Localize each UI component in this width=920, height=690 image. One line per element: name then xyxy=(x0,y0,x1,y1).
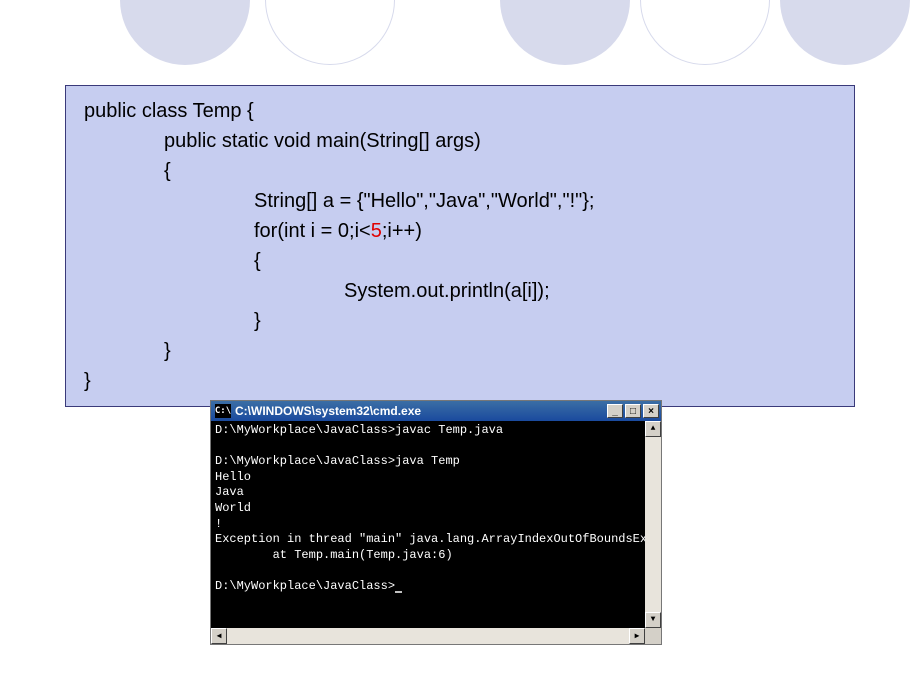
minimize-button[interactable]: _ xyxy=(607,404,623,418)
circle-decoration xyxy=(640,0,770,65)
vertical-scrollbar[interactable]: ▲ ▼ xyxy=(645,421,661,628)
console-line: ! xyxy=(215,517,222,531)
window-title: C:\WINDOWS\system32\cmd.exe xyxy=(235,404,607,418)
console-output[interactable]: D:\MyWorkplace\JavaClass>javac Temp.java… xyxy=(211,421,661,628)
circle-decoration xyxy=(500,0,630,65)
close-button[interactable]: × xyxy=(643,404,659,418)
scroll-corner xyxy=(645,628,661,644)
code-line: } xyxy=(84,306,836,336)
console-line: D:\MyWorkplace\JavaClass> xyxy=(215,579,395,593)
scroll-track[interactable] xyxy=(227,628,629,644)
code-line: public class Temp { xyxy=(84,100,254,122)
code-line: } xyxy=(84,336,836,366)
code-line: System.out.println(a[i]); xyxy=(84,276,836,306)
code-line: { xyxy=(84,246,836,276)
scroll-track[interactable] xyxy=(645,437,661,612)
console-line: Hello xyxy=(215,470,251,484)
console-line: World xyxy=(215,501,251,515)
code-line: { xyxy=(84,156,836,186)
cursor xyxy=(395,591,402,593)
maximize-button[interactable]: □ xyxy=(625,404,641,418)
console-line: D:\MyWorkplace\JavaClass>java Temp xyxy=(215,454,460,468)
circle-decoration xyxy=(265,0,395,65)
code-line: public static void main(String[] args) xyxy=(84,126,836,156)
cmd-icon: C:\ xyxy=(215,404,231,418)
code-line: } xyxy=(84,370,91,392)
console-line: at Temp.main(Temp.java:6) xyxy=(215,548,453,562)
highlighted-value: 5 xyxy=(371,220,382,242)
console-line: Exception in thread "main" java.lang.Arr… xyxy=(215,532,719,546)
code-line: String[] a = {"Hello","Java","World","!"… xyxy=(84,186,836,216)
console-line: D:\MyWorkplace\JavaClass>javac Temp.java xyxy=(215,423,503,437)
scroll-up-icon[interactable]: ▲ xyxy=(645,421,661,437)
titlebar: C:\ C:\WINDOWS\system32\cmd.exe _ □ × xyxy=(211,401,661,421)
circle-decoration xyxy=(120,0,250,65)
circle-decoration xyxy=(780,0,910,65)
horizontal-scrollbar[interactable]: ◀ ▶ xyxy=(211,628,661,644)
scroll-down-icon[interactable]: ▼ xyxy=(645,612,661,628)
console-line: Java xyxy=(215,485,244,499)
code-line: for(int i = 0;i<5;i++) xyxy=(84,216,836,246)
window-buttons: _ □ × xyxy=(607,404,659,418)
cmd-window: C:\ C:\WINDOWS\system32\cmd.exe _ □ × D:… xyxy=(210,400,662,645)
scroll-right-icon[interactable]: ▶ xyxy=(629,628,645,644)
scroll-left-icon[interactable]: ◀ xyxy=(211,628,227,644)
code-snippet: public class Temp { public static void m… xyxy=(65,85,855,407)
